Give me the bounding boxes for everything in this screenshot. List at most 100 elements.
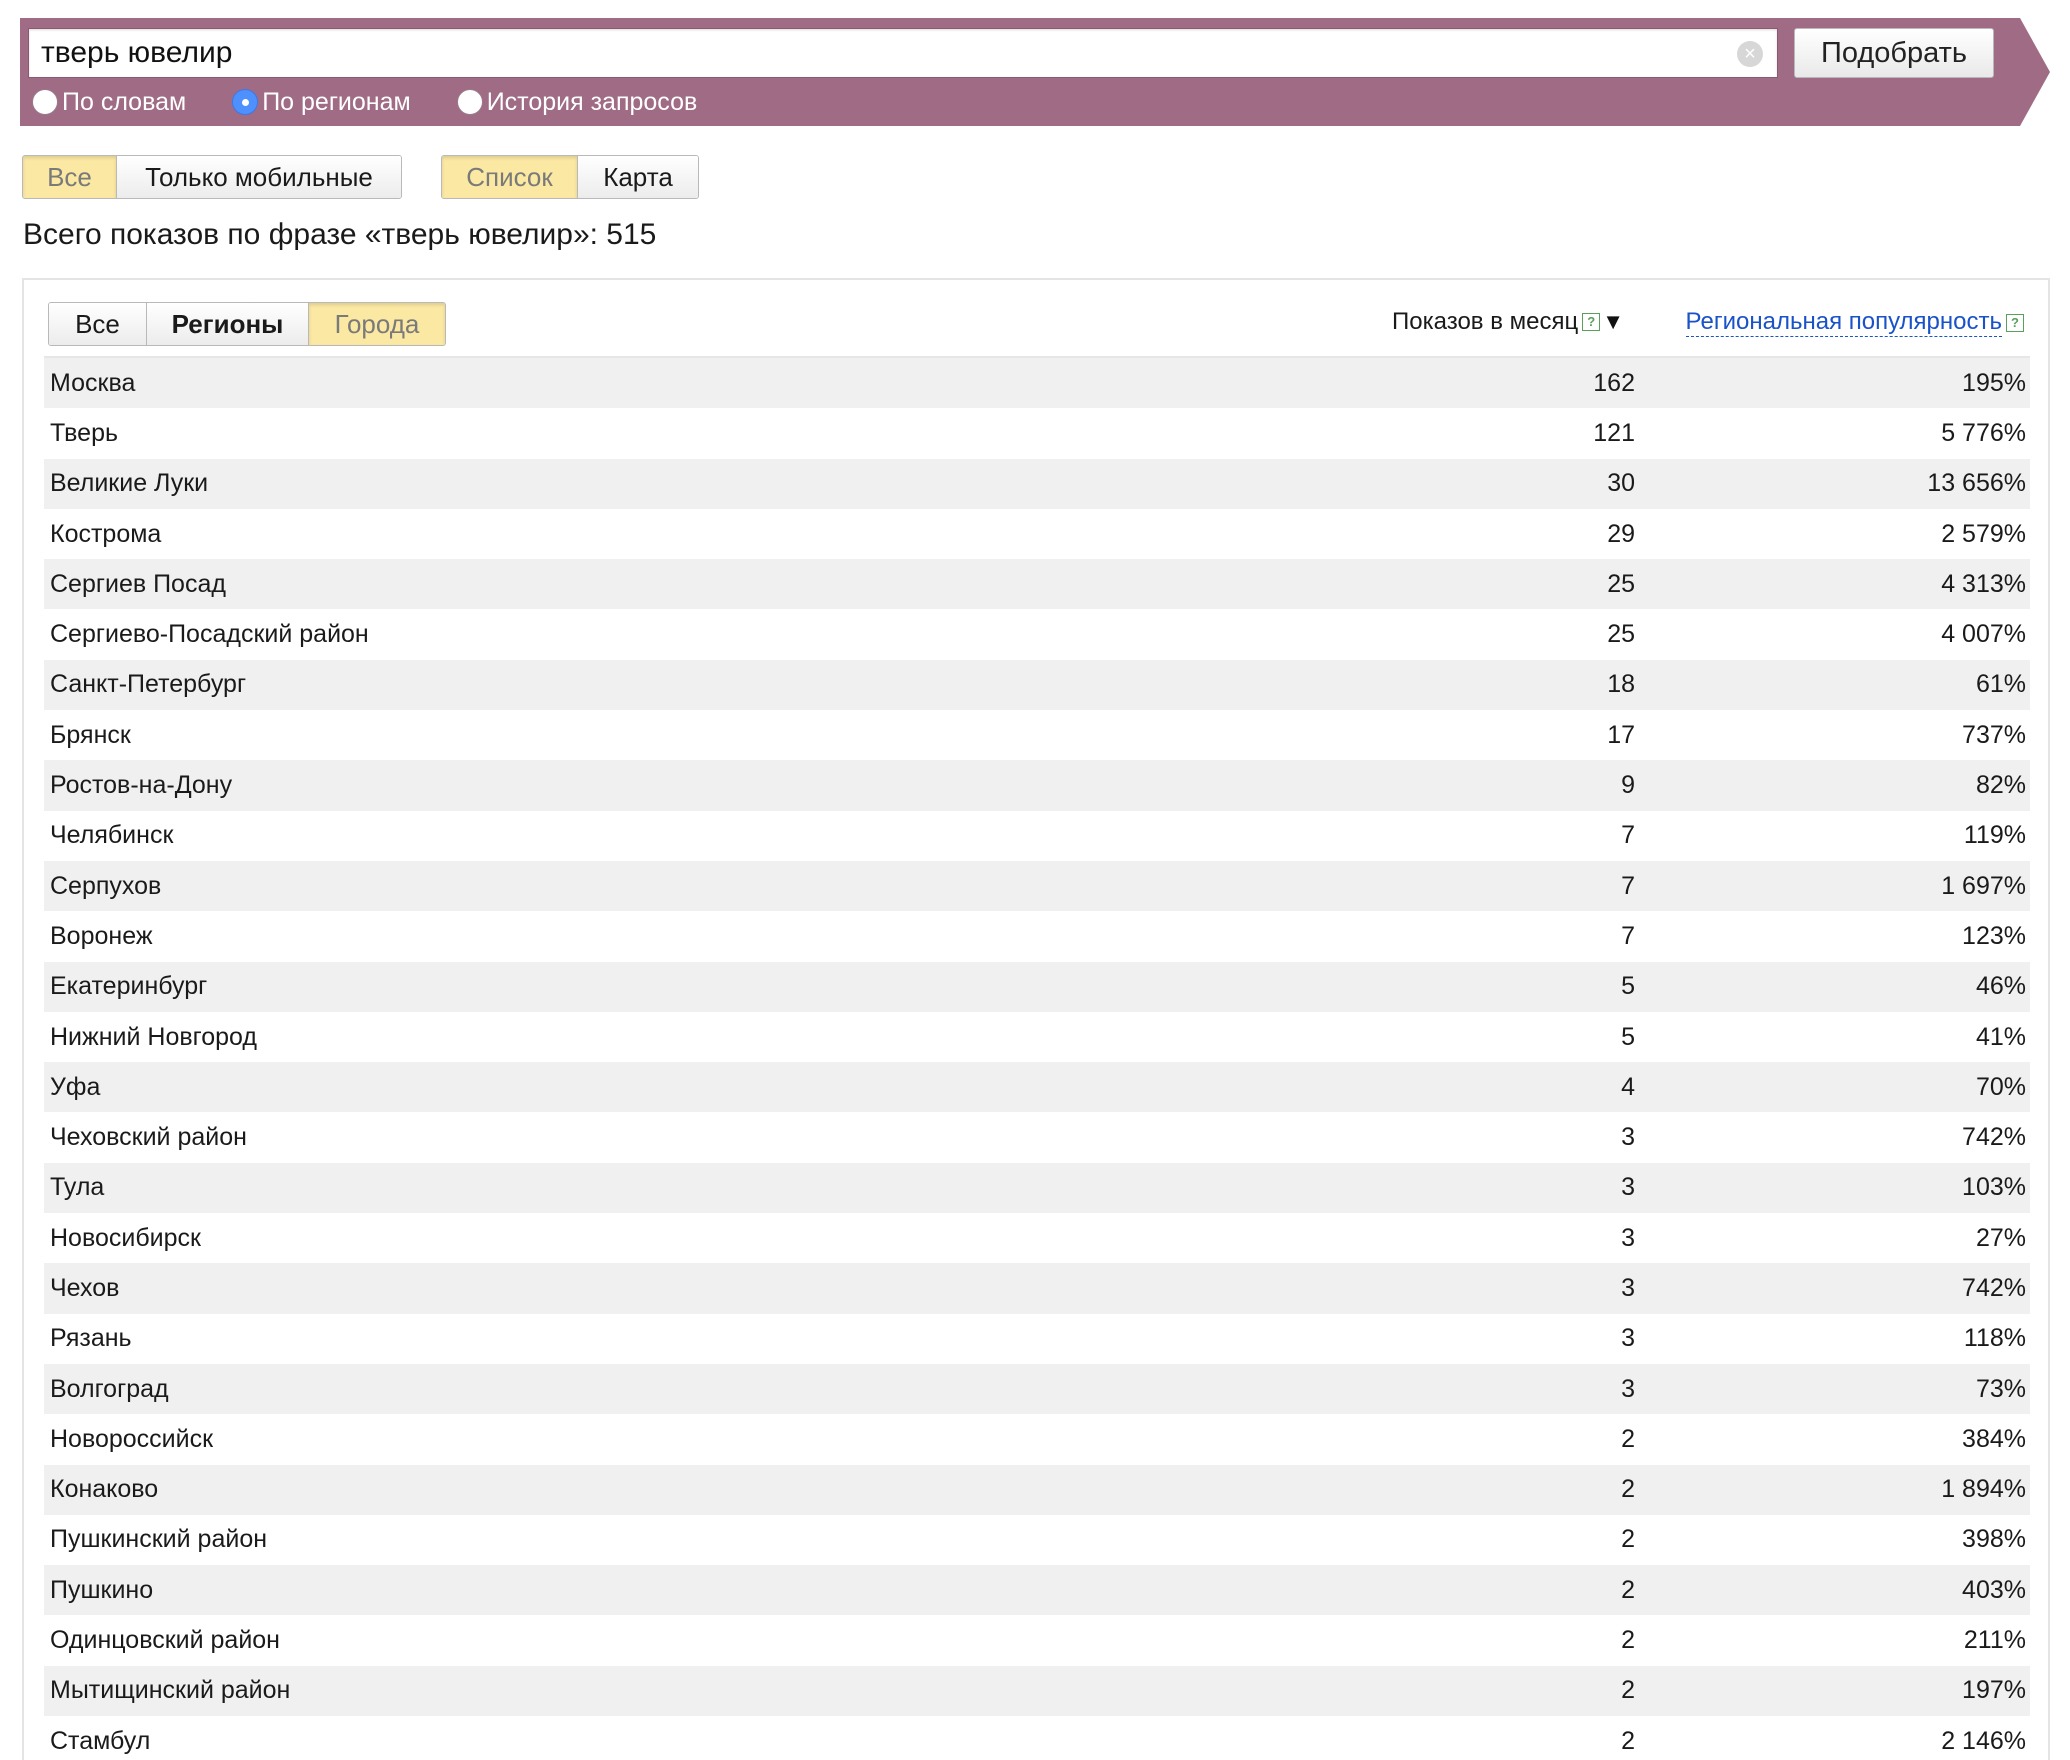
regional-popularity: 197% (1962, 1676, 2026, 1705)
impressions-count: 3 (1621, 1123, 1635, 1152)
device-mobile-button[interactable]: Только мобильные (117, 156, 401, 198)
region-name: Волгоград (50, 1374, 169, 1403)
impressions-count: 30 (1607, 469, 1635, 498)
region-name: Екатеринбург (50, 972, 208, 1001)
region-name: Уфа (50, 1072, 101, 1101)
impressions-count: 9 (1621, 771, 1635, 800)
region-name: Нижний Новгород (50, 1022, 257, 1051)
region-name: Конаково (50, 1475, 159, 1504)
device-filter: Все Только мобильные (22, 155, 402, 199)
regional-popularity: 384% (1962, 1424, 2026, 1453)
impressions-count: 7 (1621, 821, 1635, 850)
mode-label: По словам (62, 87, 187, 116)
clear-icon[interactable]: × (1737, 41, 1763, 67)
pick-button[interactable]: Подобрать (1794, 28, 1994, 78)
table-row: Новороссийск 2 384% (44, 1414, 2030, 1464)
impressions-count: 2 (1621, 1626, 1635, 1655)
impressions-count: 121 (1593, 418, 1635, 447)
impressions-count: 18 (1607, 670, 1635, 699)
tab-cities[interactable]: Города (309, 303, 445, 345)
view-map-button[interactable]: Карта (578, 156, 698, 198)
regional-popularity: 737% (1962, 720, 2026, 749)
region-name: Сергиев Посад (50, 569, 226, 598)
table-row: Серпухов 7 1 697% (44, 860, 2030, 912)
impressions-count: 17 (1607, 720, 1635, 749)
regional-popularity: 73% (1975, 1374, 2026, 1403)
tab-all[interactable]: Все (49, 303, 147, 345)
table-row: Стамбул 2 2 146% (44, 1716, 2030, 1760)
table-row: Москва 162 195% (44, 358, 2030, 409)
mode-history[interactable]: История запросов (456, 87, 698, 117)
region-name: Рязань (50, 1324, 132, 1353)
table-row: Новосибирск 3 27% (44, 1213, 2030, 1263)
mode-by-words[interactable]: По словам (32, 88, 186, 117)
table-row: Великие Луки 30 13 656% (44, 458, 2030, 509)
table-row: Челябинск 7 119% (44, 811, 2030, 861)
table-row: Одинцовский район 2 211% (44, 1615, 2030, 1665)
regional-popularity: 118% (1963, 1324, 2026, 1353)
region-name: Брянск (50, 720, 131, 749)
regional-popularity: 123% (1962, 921, 2026, 950)
table-row: Кострома 29 2 579% (44, 509, 2030, 559)
regional-popularity: 70% (1975, 1072, 2026, 1101)
impressions-count: 7 (1621, 921, 1635, 950)
tab-regions[interactable]: Регионы (147, 303, 309, 345)
help-icon[interactable]: ? (1582, 313, 1601, 331)
table-row: Чехов 3 742% (44, 1263, 2030, 1314)
table-row: Сергиево-Посадский район 25 4 007% (44, 609, 2030, 659)
regional-popularity: 403% (1962, 1575, 2026, 1604)
table-row: Чеховский район 3 742% (44, 1112, 2030, 1162)
view-filter: Список Карта (441, 155, 699, 199)
radio-icon[interactable] (456, 89, 483, 115)
table-row: Брянск 17 737% (44, 710, 2030, 760)
table-row: Рязань 3 118% (44, 1314, 2030, 1364)
search-banner: × Подобрать По словам По регионам Истори… (20, 18, 2050, 126)
region-name: Великие Луки (50, 469, 209, 498)
impressions-count: 162 (1593, 368, 1635, 397)
mode-by-regions[interactable]: По регионам (232, 88, 411, 117)
regional-popularity: 46% (1975, 972, 2026, 1001)
popularity-link[interactable]: Региональная популярность (1685, 308, 2002, 337)
table-row: Нижний Новгород 5 41% (44, 1012, 2030, 1062)
impressions-count: 5 (1621, 1022, 1635, 1051)
view-list-button[interactable]: Список (442, 156, 578, 198)
region-name: Пушкинский район (50, 1525, 268, 1554)
help-icon[interactable]: ? (2006, 313, 2024, 332)
mode-label: История запросов (486, 87, 698, 116)
table-row: Ростов-на-Дону 9 82% (44, 760, 2030, 811)
table-row: Санкт-Петербург 18 61% (44, 659, 2030, 711)
table-row: Конаково 2 1 894% (44, 1464, 2030, 1515)
sort-down-icon[interactable]: ▼ (1602, 309, 1624, 335)
region-type-tabs: Все Регионы Города (48, 302, 446, 346)
table-row: Екатеринбург 5 46% (44, 961, 2030, 1012)
column-count-header[interactable]: Показов в месяц ? ▼ (1392, 308, 1624, 336)
regional-popularity: 27% (1975, 1223, 2026, 1252)
radio-checked-icon[interactable] (232, 89, 259, 115)
regional-popularity: 82% (1975, 771, 2026, 800)
region-name: Ростов-на-Дону (50, 771, 233, 800)
impressions-count: 3 (1621, 1374, 1635, 1403)
results-table: Москва 162 195% Тверь 121 5 776% Великие Луки 3… (44, 356, 2030, 1760)
table-row: Сергиев Посад 25 4 313% (44, 559, 2030, 610)
region-name: Тула (50, 1173, 105, 1202)
regional-popularity: 5 776% (1941, 418, 2026, 447)
impressions-count: 2 (1621, 1726, 1635, 1755)
region-name: Челябинск (50, 821, 174, 850)
table-row: Воронеж 7 123% (44, 911, 2030, 961)
device-all-button[interactable]: Все (23, 156, 117, 198)
search-input[interactable] (41, 36, 1721, 70)
region-name: Москва (50, 368, 136, 397)
impressions-count: 2 (1621, 1575, 1635, 1604)
table-row: Пушкинский район 2 398% (44, 1515, 2030, 1565)
regional-popularity: 2 146% (1941, 1726, 2026, 1755)
radio-icon[interactable] (32, 89, 58, 115)
impressions-count: 29 (1607, 519, 1635, 548)
region-name: Мытищинский район (50, 1676, 291, 1705)
regional-popularity: 4 313% (1941, 569, 2026, 598)
column-popularity-header: Региональная популярность ? (1685, 308, 2024, 337)
region-name: Тверь (50, 418, 119, 447)
region-name: Стамбул (50, 1726, 151, 1755)
region-name: Санкт-Петербург (50, 670, 247, 699)
regional-popularity: 1 894% (1941, 1475, 2026, 1504)
regional-popularity: 119% (1963, 821, 2026, 850)
